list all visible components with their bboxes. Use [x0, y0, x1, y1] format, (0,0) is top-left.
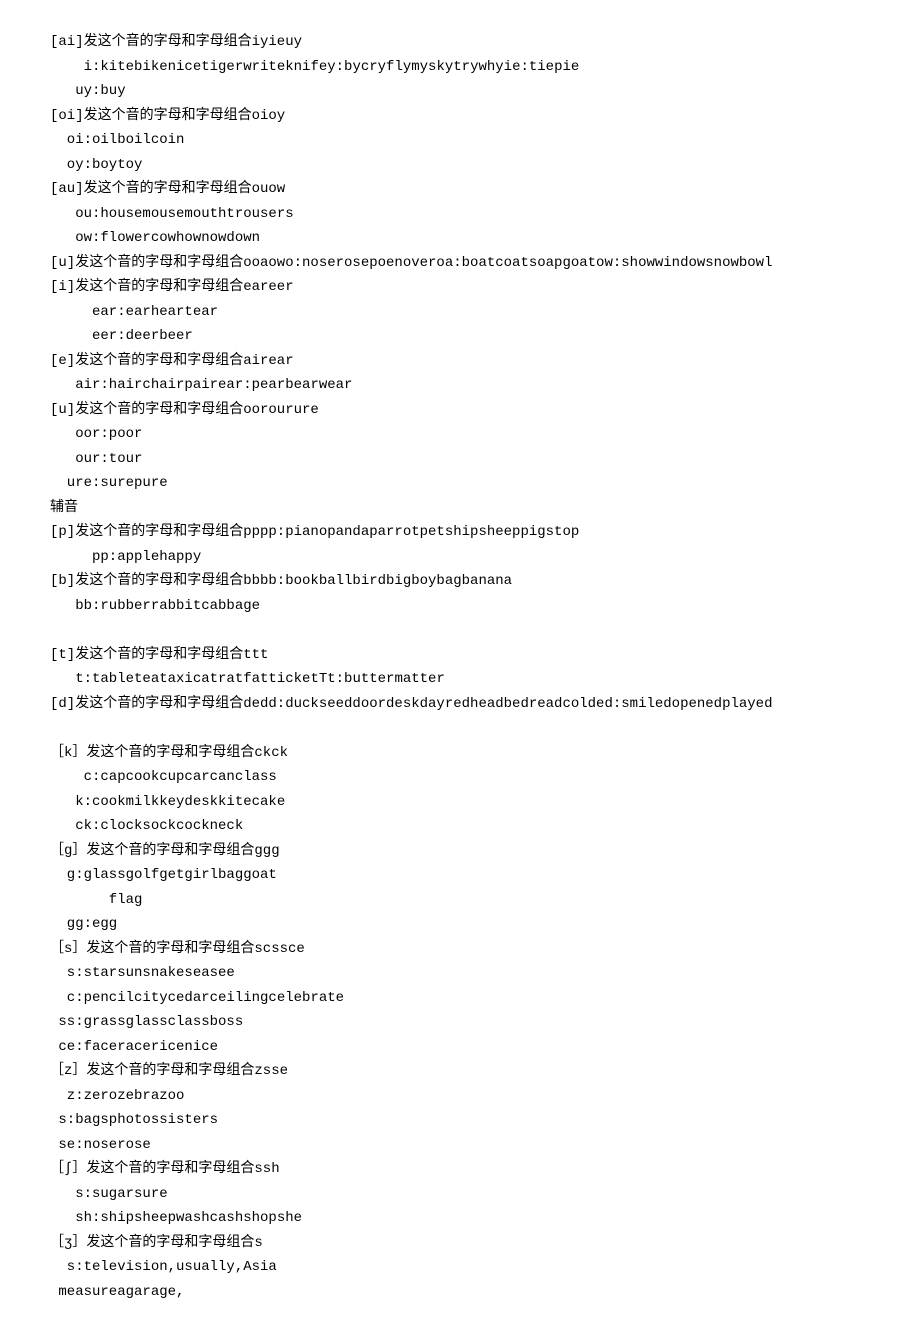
text-line: ［ʒ］发这个音的字母和字母组合s — [50, 1231, 870, 1256]
text-line: oi:oilboilcoin — [50, 128, 870, 153]
text-line: ［∫］发这个音的字母和字母组合ssh — [50, 1157, 870, 1182]
text-line: measureagarage, — [50, 1280, 870, 1305]
text-line: ［s］发这个音的字母和字母组合scssce — [50, 937, 870, 962]
text-line: se:noserose — [50, 1133, 870, 1158]
text-line: c:pencilcitycedarceilingcelebrate — [50, 986, 870, 1011]
text-line: ure:surepure — [50, 471, 870, 496]
document-content: [ai]发这个音的字母和字母组合iyieuy i:kitebikenicetig… — [50, 30, 870, 1304]
text-line: [u]发这个音的字母和字母组合ooaowo:noserosepoenoveroa… — [50, 251, 870, 276]
text-line: ［z］发这个音的字母和字母组合zsse — [50, 1059, 870, 1084]
text-line — [50, 716, 870, 741]
text-line: [ai]发这个音的字母和字母组合iyieuy — [50, 30, 870, 55]
text-line: [i]发这个音的字母和字母组合eareer — [50, 275, 870, 300]
text-line: [e]发这个音的字母和字母组合airear — [50, 349, 870, 374]
text-line: ear:earheartear — [50, 300, 870, 325]
text-line: ［g］发这个音的字母和字母组合ggg — [50, 839, 870, 864]
text-line: [u]发这个音的字母和字母组合oorourure — [50, 398, 870, 423]
text-line: flag — [50, 888, 870, 913]
text-line: eer:deerbeer — [50, 324, 870, 349]
text-line: [oi]发这个音的字母和字母组合oioy — [50, 104, 870, 129]
text-line: t:tableteataxicatratfatticketTt:butterma… — [50, 667, 870, 692]
text-line: g:glassgolfgetgirlbaggoat — [50, 863, 870, 888]
text-line: s:starsunsnakeseasee — [50, 961, 870, 986]
text-line: ou:housemousemou​thtrousers — [50, 202, 870, 227]
text-line: air:hairchairpairear:pearbearwear — [50, 373, 870, 398]
text-line: [t]发这个音的字母和字母组合ttt — [50, 643, 870, 668]
text-line: c:capcookcupcarcanclass — [50, 765, 870, 790]
text-line — [50, 618, 870, 643]
text-line: k:cookmilkkeydeskkitecake — [50, 790, 870, 815]
text-line: gg:egg — [50, 912, 870, 937]
text-line: ck:clocksockcockneck — [50, 814, 870, 839]
text-line: 辅音 — [50, 496, 870, 521]
text-line: [p]发这个音的字母和字母组合pppp:pianopandaparrotpets… — [50, 520, 870, 545]
text-line: ce:faceracericenice — [50, 1035, 870, 1060]
text-line: bb:rubberrabbitcabbage — [50, 594, 870, 619]
text-line: [au]发这个音的字母和字母组合ouow — [50, 177, 870, 202]
text-line: uy:buy — [50, 79, 870, 104]
text-line: [b]发这个音的字母和字母组合bbbb:bookballbirdbigboyba… — [50, 569, 870, 594]
text-line: sh:shipsheepwashcashshopshe — [50, 1206, 870, 1231]
text-line: [d]发这个音的字母和字母组合dedd:duckseeddoordeskdayr… — [50, 692, 870, 717]
text-line: s:bagsphotossisters — [50, 1108, 870, 1133]
text-line: s:sugarsure — [50, 1182, 870, 1207]
text-line: our:tour — [50, 447, 870, 472]
text-line: s:television,usually,Asia — [50, 1255, 870, 1280]
text-line: oor:poor — [50, 422, 870, 447]
text-line: ［k］发这个音的字母和字母组合ckck — [50, 741, 870, 766]
text-line: oy:boytoy — [50, 153, 870, 178]
text-line: pp:applehappy — [50, 545, 870, 570]
text-line: z:zerozebrazoo — [50, 1084, 870, 1109]
text-line: ow:flowercowhownowdown — [50, 226, 870, 251]
text-line: i:kitebikenicetigerwriteknifey:bycryflym… — [50, 55, 870, 80]
text-line: ss:grassglassclassboss — [50, 1010, 870, 1035]
